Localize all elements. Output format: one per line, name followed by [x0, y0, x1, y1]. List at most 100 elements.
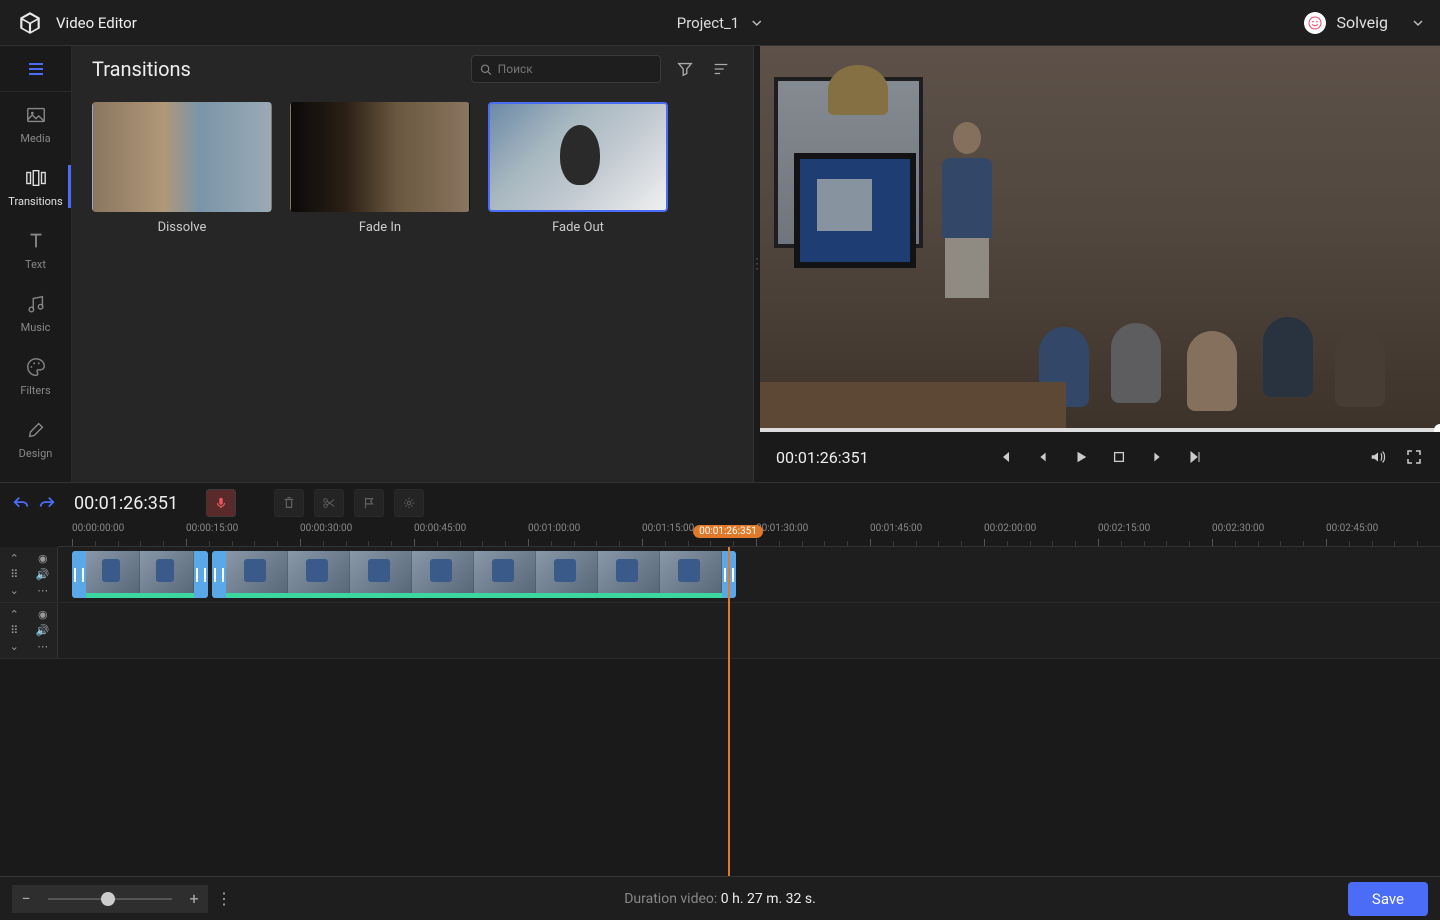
step-forward-icon: [1150, 450, 1164, 464]
track-down-icon[interactable]: ⌄: [7, 640, 21, 654]
ruler-tick: 00:00:00:00: [72, 523, 124, 534]
track-visible-icon[interactable]: ◉: [36, 608, 50, 622]
step-forward-button[interactable]: [1147, 447, 1167, 467]
palette-icon: [25, 356, 47, 378]
marker-button[interactable]: [354, 489, 384, 517]
step-back-button[interactable]: [1033, 447, 1053, 467]
zoom-slider[interactable]: [40, 885, 180, 913]
sidebar-item-text[interactable]: Text: [0, 218, 71, 281]
redo-button[interactable]: [38, 494, 56, 512]
funnel-icon: [676, 60, 694, 78]
fullscreen-button[interactable]: [1404, 447, 1424, 467]
volume-button[interactable]: [1368, 447, 1388, 467]
clip-body[interactable]: [226, 551, 722, 598]
card-fade-out[interactable]: Fade Out: [488, 102, 668, 235]
track-audio-icon[interactable]: 🔊: [36, 624, 50, 638]
delete-button[interactable]: [274, 489, 304, 517]
timeline-ruler[interactable]: 00:01:26:351 00:00:00:00 00:00:15:00 00:00…: [58, 523, 1440, 547]
zoom-in-button[interactable]: +: [180, 885, 208, 913]
sidebar-item-label: Media: [20, 132, 50, 145]
user-name: Solveig: [1336, 13, 1388, 32]
zoom-out-button[interactable]: −: [12, 885, 40, 913]
search-input[interactable]: [498, 62, 652, 76]
step-forward-end-icon: [1187, 449, 1203, 465]
sidebar-item-filters[interactable]: Filters: [0, 344, 71, 407]
search-input-wrapper[interactable]: [471, 55, 661, 83]
ruler-tick: 00:00:15:00: [186, 523, 238, 534]
stop-button[interactable]: [1109, 447, 1129, 467]
track-body[interactable]: [58, 603, 1440, 658]
clip-handle-left[interactable]: [72, 551, 86, 598]
timeline-clip[interactable]: [72, 551, 208, 598]
preview-panel: 00:01:26:351: [760, 46, 1440, 482]
playback-buttons: [995, 447, 1205, 467]
transition-cards: Dissolve Fade In Fade Out: [72, 92, 753, 245]
track-drag-icon[interactable]: ⠿: [7, 568, 21, 582]
ruler-tick: 00:02:00:00: [984, 523, 1036, 534]
sidebar-item-design[interactable]: Design: [0, 407, 71, 470]
hamburger-icon: [26, 59, 46, 79]
undo-button[interactable]: [12, 494, 30, 512]
play-icon: [1074, 450, 1088, 464]
settings-button[interactable]: [394, 489, 424, 517]
card-dissolve[interactable]: Dissolve: [92, 102, 272, 235]
playhead-badge[interactable]: 00:01:26:351: [693, 525, 763, 538]
duration-label: Duration video:: [624, 891, 721, 907]
track-more-icon[interactable]: ⋯: [36, 584, 50, 598]
track-drag-icon[interactable]: ⠿: [7, 624, 21, 638]
track-more-icon[interactable]: ⋯: [36, 640, 50, 654]
card-thumbnail: [488, 102, 668, 212]
search-icon: [480, 63, 492, 76]
sidebar-item-label: Design: [19, 447, 53, 460]
flag-icon: [362, 496, 376, 510]
prev-frame-button[interactable]: [995, 447, 1015, 467]
redo-icon: [38, 494, 56, 512]
fullscreen-icon: [1406, 449, 1422, 465]
preview-right-controls: [1368, 447, 1424, 467]
hamburger-menu-button[interactable]: [0, 46, 71, 92]
card-label: Fade Out: [488, 220, 668, 235]
cut-button[interactable]: [314, 489, 344, 517]
timeline-clip[interactable]: [212, 551, 736, 598]
preview-viewport[interactable]: [760, 46, 1440, 428]
sidebar-item-media[interactable]: Media: [0, 92, 71, 155]
music-icon: [25, 293, 47, 315]
ruler-tick: 00:01:00:00: [528, 523, 580, 534]
sidebar: Media Transitions Text Music Filters Des…: [0, 46, 72, 482]
preview-time: 00:01:26:351: [776, 448, 869, 467]
track-up-icon[interactable]: ⌃: [7, 608, 21, 622]
record-button[interactable]: [206, 489, 236, 517]
sidebar-item-label: Transitions: [8, 195, 62, 208]
user-menu[interactable]: Solveig: [1304, 12, 1424, 34]
save-button[interactable]: Save: [1348, 882, 1428, 916]
zoom-more-button[interactable]: ⋮: [214, 885, 234, 913]
project-dropdown[interactable]: Project_1: [677, 14, 763, 32]
bottom-bar: − + ⋮ Duration video: 0 h. 27 m. 32 s. S…: [0, 876, 1440, 920]
sidebar-item-music[interactable]: Music: [0, 281, 71, 344]
gear-icon: [402, 496, 416, 510]
playhead-line[interactable]: [728, 547, 730, 876]
sort-button[interactable]: [709, 57, 733, 81]
play-button[interactable]: [1071, 447, 1091, 467]
clip-body[interactable]: [86, 551, 194, 598]
track-visible-icon[interactable]: ◉: [36, 552, 50, 566]
track-body[interactable]: [58, 547, 1440, 602]
track-down-icon[interactable]: ⌄: [7, 584, 21, 598]
ruler-tick: 00:02:45:00: [1326, 523, 1378, 534]
next-frame-button[interactable]: [1185, 447, 1205, 467]
zoom-slider-knob[interactable]: [101, 892, 115, 906]
sort-icon: [712, 60, 730, 78]
track-audio-icon[interactable]: 🔊: [36, 568, 50, 582]
sidebar-item-transitions[interactable]: Transitions: [0, 155, 71, 218]
card-fade-in[interactable]: Fade In: [290, 102, 470, 235]
clip-handle-left[interactable]: [212, 551, 226, 598]
track-up-icon[interactable]: ⌃: [7, 552, 21, 566]
step-back-end-icon: [997, 449, 1013, 465]
track-header: ⌃ ⠿ ⌄ ◉ 🔊 ⋯: [0, 603, 58, 658]
filter-button[interactable]: [673, 57, 697, 81]
timeline-tracks: ⌃ ⠿ ⌄ ◉ 🔊 ⋯ ⌃ ⠿ ⌄ ◉ 🔊 ⋯: [0, 547, 1440, 876]
trash-icon: [282, 496, 296, 510]
clip-handle-right[interactable]: [194, 551, 208, 598]
speaker-icon: [1369, 448, 1387, 466]
ruler-tick: 00:00:45:00: [414, 523, 466, 534]
